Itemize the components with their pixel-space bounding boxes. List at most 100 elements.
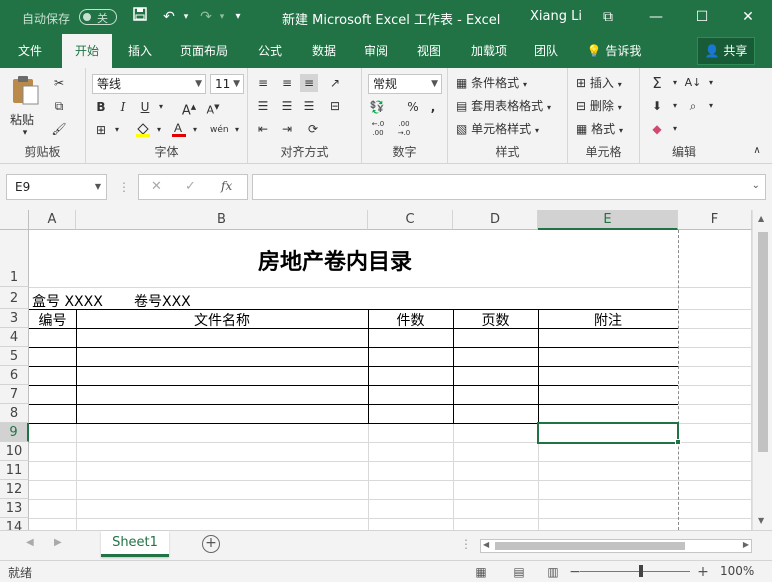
fill-icon[interactable]: ⬇ <box>648 97 666 115</box>
tab-page-layout[interactable]: 页面布局 <box>172 34 236 68</box>
row-header-13[interactable]: 13 <box>0 499 29 518</box>
number-format-select[interactable]: 常规 ▼ <box>368 74 442 94</box>
next-sheet-icon[interactable]: ▶ <box>54 537 62 548</box>
horizontal-scrollbar[interactable]: ◀ ▶ <box>480 539 752 553</box>
insert-function-icon[interactable]: fx <box>221 179 232 193</box>
row-header-14[interactable]: 14 <box>0 518 29 530</box>
name-box[interactable]: E9 ▼ <box>6 174 107 200</box>
fill-color-dropdown-icon[interactable]: ▾ <box>150 121 168 139</box>
row-header-12[interactable]: 12 <box>0 480 29 499</box>
scroll-right-icon[interactable]: ▶ <box>743 540 749 549</box>
scroll-down-icon[interactable]: ▼ <box>758 516 764 525</box>
cut-icon[interactable]: ✂ <box>50 74 68 92</box>
vertical-scrollbar[interactable]: ▲ ▼ <box>752 210 772 530</box>
merge-center-icon[interactable]: ⊟ <box>326 97 344 115</box>
row-header-3[interactable]: 3 <box>0 309 29 328</box>
close-icon[interactable]: ✕ <box>728 0 768 34</box>
align-left-icon[interactable]: ☰ <box>254 97 272 115</box>
paste-dropdown-icon[interactable]: ▾ <box>10 128 40 138</box>
decrease-decimal-button[interactable]: .00 →.0 <box>392 120 416 138</box>
align-middle-icon[interactable]: ≡ <box>278 74 296 92</box>
text-direction-icon[interactable]: ⟳ <box>304 120 322 138</box>
zoom-slider-track[interactable] <box>580 571 690 572</box>
sort-filter-icon[interactable]: A↓ <box>684 74 702 92</box>
zoom-slider-thumb[interactable] <box>639 565 643 577</box>
column-header-d[interactable]: D <box>453 210 538 230</box>
comma-button[interactable]: , <box>424 98 442 116</box>
insert-cells-button[interactable]: ⊞ 插入 ▾ <box>576 74 622 91</box>
undo-dropdown-icon[interactable]: ▾ <box>176 7 196 27</box>
enter-icon[interactable]: ✓ <box>185 179 196 194</box>
italic-button[interactable]: I <box>114 98 132 116</box>
row-header-1[interactable]: 1 <box>0 230 29 287</box>
page-layout-view-icon[interactable]: ▤ <box>510 564 528 580</box>
row-header-2[interactable]: 2 <box>0 287 29 309</box>
row-header-10[interactable]: 10 <box>0 442 29 461</box>
sheet-tab-sheet1[interactable]: Sheet1 <box>101 531 169 557</box>
row-header-9[interactable]: 9 <box>0 423 29 442</box>
row-header-11[interactable]: 11 <box>0 461 29 480</box>
autosum-dropdown-icon[interactable]: ▾ <box>666 74 684 92</box>
column-header-e[interactable]: E <box>538 210 678 230</box>
decrease-indent-icon[interactable]: ⇤ <box>254 120 272 138</box>
select-all-corner[interactable] <box>0 210 29 230</box>
underline-dropdown-icon[interactable]: ▾ <box>152 98 170 116</box>
bold-button[interactable]: B <box>92 98 110 116</box>
column-header-b[interactable]: B <box>76 210 368 230</box>
vertical-scroll-thumb[interactable] <box>758 232 768 452</box>
active-cell-e9[interactable] <box>537 422 679 444</box>
worksheet-grid[interactable]: A B C D E F 1 2 3 4 5 6 7 8 9 10 11 12 1… <box>0 210 772 530</box>
tab-data[interactable]: 数据 <box>302 34 346 68</box>
share-button[interactable]: 👤 共享 <box>697 37 755 65</box>
clear-icon[interactable]: ◆ <box>648 120 666 138</box>
border-dropdown-icon[interactable]: ▾ <box>108 121 126 139</box>
page-break-view-icon[interactable]: ▥ <box>544 564 562 580</box>
zoom-out-icon[interactable]: − <box>566 564 584 580</box>
formula-bar-divider-icon[interactable]: ⋮ <box>118 180 130 194</box>
column-header-c[interactable]: C <box>368 210 453 230</box>
increase-indent-icon[interactable]: ⇥ <box>278 120 296 138</box>
tab-review[interactable]: 审阅 <box>354 34 398 68</box>
tab-file[interactable]: 文件 <box>8 34 52 68</box>
align-top-icon[interactable]: ≡ <box>254 74 272 92</box>
font-name-select[interactable]: 等线 ▼ <box>92 74 206 94</box>
formula-input[interactable]: ⌄ <box>252 174 766 200</box>
column-header-a[interactable]: A <box>29 210 76 230</box>
orientation-icon[interactable]: ↗ <box>326 74 344 92</box>
save-icon[interactable] <box>130 7 150 27</box>
expand-formula-icon[interactable]: ⌄ <box>752 180 760 191</box>
format-painter-icon[interactable]: 🖌 <box>50 120 68 138</box>
tell-me-search[interactable]: 💡 告诉我 <box>584 34 644 68</box>
decrease-font-button[interactable]: A▼ <box>204 98 222 117</box>
autosum-icon[interactable]: Σ <box>648 74 666 92</box>
phonetic-dropdown-icon[interactable]: ▾ <box>228 121 246 139</box>
tab-split-handle[interactable]: ⋮ <box>460 537 472 551</box>
tab-home[interactable]: 开始 <box>62 34 112 68</box>
ribbon-display-options-icon[interactable]: ⧉ <box>588 0 628 34</box>
clear-dropdown-icon[interactable]: ▾ <box>666 120 684 138</box>
paste-button[interactable]: 粘贴 ▾ <box>10 74 40 138</box>
accounting-format-icon[interactable]: 💱 <box>368 98 386 116</box>
increase-font-button[interactable]: A▲ <box>180 98 198 118</box>
cell-styles-button[interactable]: ▧ 单元格样式 ▾ <box>456 120 539 137</box>
phonetic-guide-icon[interactable]: wén <box>210 121 229 139</box>
scroll-up-icon[interactable]: ▲ <box>758 214 764 223</box>
collapse-ribbon-icon[interactable]: ∧ <box>748 142 766 160</box>
format-cells-button[interactable]: ▦ 格式 ▾ <box>576 120 623 137</box>
tab-view[interactable]: 视图 <box>407 34 451 68</box>
font-size-select[interactable]: 11 ▼ <box>210 74 244 94</box>
increase-decimal-button[interactable]: ←.0 .00 <box>366 120 390 138</box>
autosave-toggle[interactable]: 关 <box>79 9 117 25</box>
row-header-4[interactable]: 4 <box>0 328 29 347</box>
add-sheet-icon[interactable]: + <box>202 535 220 553</box>
align-center-icon[interactable]: ☰ <box>278 97 296 115</box>
find-dropdown-icon[interactable]: ▾ <box>702 97 720 115</box>
fill-dropdown-icon[interactable]: ▾ <box>666 97 684 115</box>
column-header-f[interactable]: F <box>678 210 752 230</box>
zoom-in-icon[interactable]: + <box>694 564 712 580</box>
tab-addins[interactable]: 加载项 <box>461 34 517 68</box>
format-as-table-button[interactable]: ▤ 套用表格格式 ▾ <box>456 97 551 114</box>
tab-team[interactable]: 团队 <box>524 34 568 68</box>
minimize-icon[interactable]: — <box>636 0 676 34</box>
percent-button[interactable]: % <box>404 98 422 116</box>
